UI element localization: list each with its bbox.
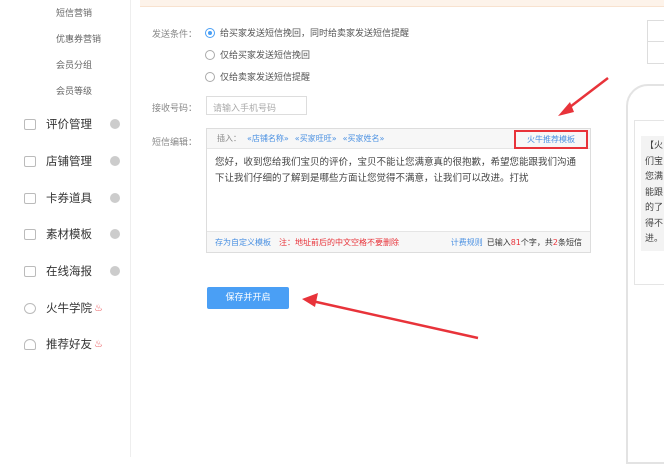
arrow-to-save — [302, 293, 479, 340]
annotation-arrows — [302, 77, 609, 340]
arrow-to-template — [558, 77, 609, 116]
